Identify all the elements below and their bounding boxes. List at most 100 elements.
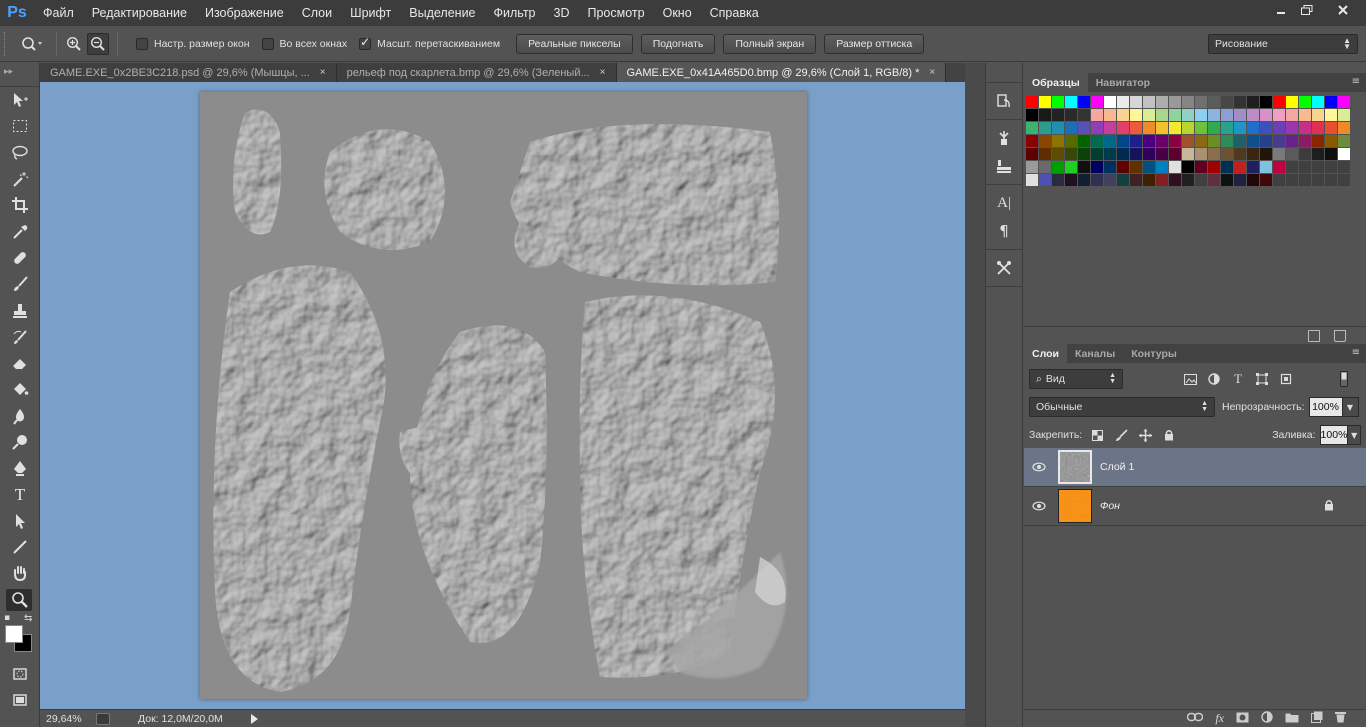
color-swatch[interactable]: [1195, 96, 1208, 109]
document-canvas[interactable]: [200, 92, 807, 699]
color-swatch[interactable]: [1117, 148, 1130, 161]
filter-adjustment-icon[interactable]: [1207, 372, 1221, 386]
color-swatch[interactable]: [1234, 148, 1247, 161]
color-swatch[interactable]: [1026, 96, 1039, 109]
color-swatch[interactable]: [1208, 148, 1221, 161]
eraser-tool-icon[interactable]: [0, 350, 40, 376]
color-swatch[interactable]: [1221, 109, 1234, 122]
color-swatch[interactable]: [1026, 174, 1039, 187]
color-swatch[interactable]: [1234, 174, 1247, 187]
filter-smart-object-icon[interactable]: [1279, 372, 1293, 386]
color-swatch[interactable]: [1169, 135, 1182, 148]
healing-brush-tool-icon[interactable]: [0, 245, 40, 271]
color-swatch[interactable]: [1286, 122, 1299, 135]
tab-channels[interactable]: Каналы: [1067, 344, 1123, 363]
fill-dropdown-icon[interactable]: ▼: [1348, 425, 1361, 445]
tab-layers[interactable]: Слои: [1024, 344, 1067, 363]
color-swatch[interactable]: [1325, 148, 1338, 161]
color-swatch[interactable]: [1039, 109, 1052, 122]
color-swatch[interactable]: [1325, 122, 1338, 135]
color-swatch[interactable]: [1221, 161, 1234, 174]
color-swatch[interactable]: [1247, 174, 1260, 187]
fx-icon[interactable]: fx: [1215, 711, 1224, 726]
color-swatch[interactable]: [1091, 96, 1104, 109]
restore-icon[interactable]: [1294, 0, 1320, 20]
lock-transparent-icon[interactable]: [1090, 428, 1104, 442]
color-swatch[interactable]: [1234, 122, 1247, 135]
dock-grip[interactable]: [986, 63, 1022, 83]
color-swatch[interactable]: [1260, 174, 1273, 187]
history-icon[interactable]: [986, 87, 1022, 115]
color-swatch[interactable]: [1312, 135, 1325, 148]
close-tab-icon[interactable]: ×: [929, 67, 935, 78]
color-swatch[interactable]: [1247, 161, 1260, 174]
color-swatch[interactable]: [1130, 161, 1143, 174]
color-swatch[interactable]: [1091, 174, 1104, 187]
color-swatch[interactable]: [1260, 135, 1273, 148]
clone-stamp-tool-icon[interactable]: [0, 297, 40, 323]
lasso-tool-icon[interactable]: [0, 140, 40, 166]
color-swatch[interactable]: [1247, 109, 1260, 122]
color-swatch[interactable]: [1104, 135, 1117, 148]
color-swatch[interactable]: [1091, 109, 1104, 122]
color-swatch[interactable]: [1143, 135, 1156, 148]
color-swatch[interactable]: [1273, 122, 1286, 135]
options-grip[interactable]: [4, 31, 14, 56]
color-swatch[interactable]: [1078, 122, 1091, 135]
menu-3d[interactable]: 3D: [545, 0, 579, 26]
quick-mask-icon[interactable]: [0, 661, 40, 687]
menu-file[interactable]: Файл: [34, 0, 83, 26]
color-swatch[interactable]: [1299, 161, 1312, 174]
color-swatch[interactable]: [1312, 109, 1325, 122]
color-swatch[interactable]: [1273, 135, 1286, 148]
menu-window[interactable]: Окно: [654, 0, 701, 26]
color-swatch[interactable]: [1078, 161, 1091, 174]
color-swatch[interactable]: [1039, 96, 1052, 109]
panel-menu-icon[interactable]: ≡: [1352, 347, 1360, 358]
toolbox-grip[interactable]: ▸▸: [0, 63, 39, 87]
dodge-tool-icon[interactable]: [0, 429, 40, 455]
color-swatch[interactable]: [1156, 174, 1169, 187]
hand-tool-icon[interactable]: [0, 560, 40, 586]
color-swatch[interactable]: [1182, 148, 1195, 161]
color-swatch[interactable]: [1312, 174, 1325, 187]
canvas-area[interactable]: [40, 82, 965, 709]
color-swatch[interactable]: [1052, 122, 1065, 135]
color-swatch[interactable]: [1130, 122, 1143, 135]
color-swatch[interactable]: [1117, 96, 1130, 109]
color-swatch[interactable]: [1260, 122, 1273, 135]
zoom-tool-preset-icon[interactable]: [14, 31, 50, 57]
paragraph-icon[interactable]: ¶: [986, 217, 1022, 245]
color-swatch[interactable]: [1221, 96, 1234, 109]
color-swatch[interactable]: [1208, 109, 1221, 122]
visibility-eye-icon[interactable]: [1024, 462, 1054, 472]
color-swatch[interactable]: [1247, 96, 1260, 109]
color-swatch[interactable]: [1052, 135, 1065, 148]
color-swatch[interactable]: [1091, 161, 1104, 174]
zoom-out-icon[interactable]: [87, 32, 109, 55]
color-swatch[interactable]: [1130, 148, 1143, 161]
color-swatch[interactable]: [1299, 148, 1312, 161]
color-swatch[interactable]: [1221, 122, 1234, 135]
tab-document-2[interactable]: рельеф под скарлета.bmp @ 29,6% (Зеленый…: [336, 63, 617, 82]
color-swatch[interactable]: [1078, 96, 1091, 109]
color-swatch[interactable]: [1156, 135, 1169, 148]
color-swatch[interactable]: [1260, 161, 1273, 174]
new-layer-icon[interactable]: [1311, 711, 1323, 726]
workspace-select[interactable]: Рисование ▲ ▼: [1208, 34, 1358, 54]
path-selection-tool-icon[interactable]: [0, 508, 40, 534]
marquee-tool-icon[interactable]: [0, 113, 40, 139]
color-swatch[interactable]: [1026, 161, 1039, 174]
color-swatch[interactable]: [1312, 122, 1325, 135]
color-swatch[interactable]: [1091, 122, 1104, 135]
swap-colors-icon[interactable]: ⇆: [24, 613, 32, 624]
color-swatch[interactable]: [1247, 135, 1260, 148]
color-swatch[interactable]: [1273, 161, 1286, 174]
color-swatch[interactable]: [1208, 161, 1221, 174]
fill-field[interactable]: 100%: [1319, 425, 1349, 445]
print-size-button[interactable]: Размер оттиска: [824, 33, 925, 54]
color-swatch[interactable]: [1117, 174, 1130, 187]
color-swatch[interactable]: [1065, 135, 1078, 148]
color-swatch[interactable]: [1221, 148, 1234, 161]
color-swatch[interactable]: [1039, 148, 1052, 161]
